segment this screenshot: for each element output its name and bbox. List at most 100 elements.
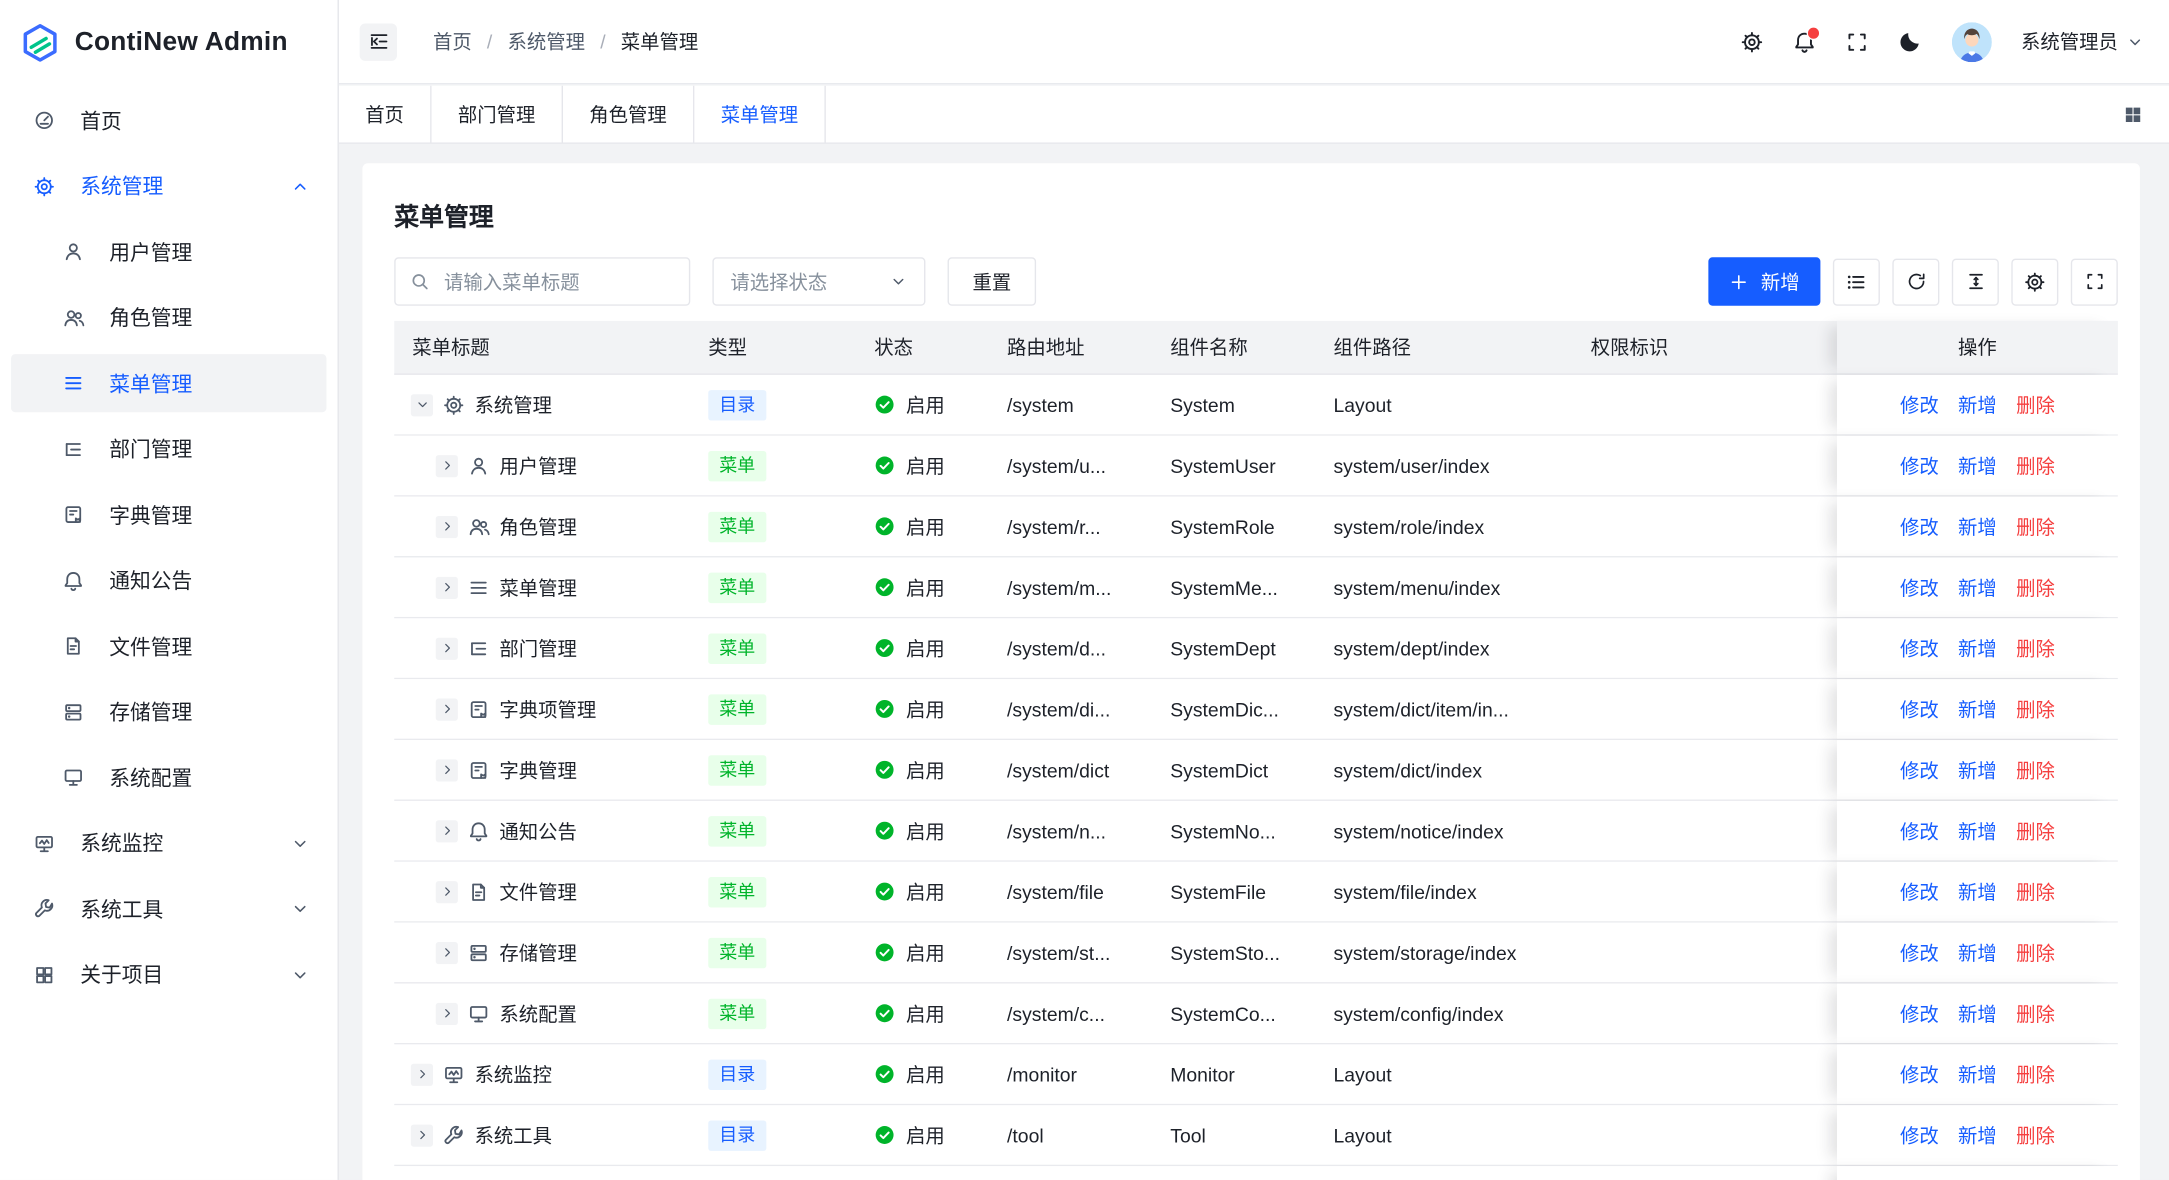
tree-expand-list-icon[interactable] [1833,258,1880,305]
sidebar-collapse-button[interactable] [360,23,397,60]
op-delete-link[interactable]: 删除 [2016,452,2055,480]
op-delete-link[interactable]: 删除 [2016,634,2055,662]
sidebar-item-role[interactable]: 角色管理 [11,288,326,346]
op-delete-link[interactable]: 删除 [2016,1060,2055,1088]
sidebar-item-system[interactable]: 系统管理 [11,157,326,215]
storage-icon [468,941,490,963]
sidebar-item-user[interactable]: 用户管理 [11,223,326,281]
row-expander-expand-button[interactable] [436,515,458,537]
row-expander-collapse-button[interactable] [411,394,433,416]
op-edit-link[interactable]: 修改 [1900,513,1939,541]
op-add-link[interactable]: 新增 [1958,1060,1997,1088]
file-icon [468,880,490,902]
row-expander-expand-button[interactable] [411,1063,433,1085]
op-add-link[interactable]: 新增 [1958,634,1997,662]
tab-menu[interactable]: 菜单管理 [694,86,825,143]
op-delete-link[interactable]: 删除 [2016,756,2055,784]
op-delete-link[interactable]: 删除 [2016,999,2055,1027]
op-edit-link[interactable]: 修改 [1900,1060,1939,1088]
op-delete-link[interactable]: 删除 [2016,1121,2055,1149]
op-add-link[interactable]: 新增 [1958,939,1997,967]
op-delete-link[interactable]: 删除 [2016,817,2055,845]
sidebar-item-dict[interactable]: 字典管理 [11,486,326,544]
tab-home[interactable]: 首页 [339,86,432,143]
row-expander-expand-button[interactable] [436,454,458,476]
sidebar-item-notice[interactable]: 通知公告 [11,551,326,609]
sidebar-item-menu[interactable]: 菜单管理 [11,354,326,412]
user-icon [62,241,84,263]
op-add-link[interactable]: 新增 [1958,513,1997,541]
op-add-link[interactable]: 新增 [1958,999,1997,1027]
row-expander-expand-button[interactable] [436,759,458,781]
table-fullscreen-icon[interactable] [2071,258,2118,305]
row-expander-expand-button[interactable] [436,1002,458,1024]
op-add-link[interactable]: 新增 [1958,452,1997,480]
op-add-link[interactable]: 新增 [1958,1121,1997,1149]
status-text: 启用 [906,573,945,601]
sidebar-item-dept[interactable]: 部门管理 [11,420,326,478]
op-edit-link[interactable]: 修改 [1900,1121,1939,1149]
reset-button[interactable]: 重置 [948,257,1037,305]
op-edit-link[interactable]: 修改 [1900,756,1939,784]
row-expander-expand-button[interactable] [436,880,458,902]
row-expander-expand-button[interactable] [436,820,458,842]
column-settings-gear-icon[interactable] [2011,258,2058,305]
op-edit-link[interactable]: 修改 [1900,695,1939,723]
add-button[interactable]: 新增 [1708,257,1820,305]
breadcrumb-item[interactable]: 系统管理 [508,28,585,56]
tab-dept[interactable]: 部门管理 [432,86,563,143]
op-delete-link[interactable]: 删除 [2016,695,2055,723]
app-logo[interactable]: ContiNew Admin [0,0,338,84]
sidebar-item-file[interactable]: 文件管理 [11,617,326,675]
tab-list-grid-icon[interactable] [2115,96,2151,132]
avatar[interactable] [1952,21,1992,61]
op-add-link[interactable]: 新增 [1958,878,1997,906]
op-edit-link[interactable]: 修改 [1900,939,1939,967]
tab-role[interactable]: 角色管理 [563,86,694,143]
op-add-link[interactable]: 新增 [1958,391,1997,419]
sidebar-item-home[interactable]: 首页 [11,91,326,149]
sidebar-item-about[interactable]: 关于项目 [11,945,326,1003]
op-delete-link[interactable]: 删除 [2016,939,2055,967]
breadcrumb-item[interactable]: 首页 [433,28,472,56]
search-input[interactable] [441,269,675,294]
op-delete-link[interactable]: 删除 [2016,878,2055,906]
op-edit-link[interactable]: 修改 [1900,999,1939,1027]
row-expander-expand-button[interactable] [436,941,458,963]
op-add-link[interactable]: 新增 [1958,695,1997,723]
monitor-icon [468,1002,490,1024]
sidebar-item-label: 用户管理 [109,237,192,266]
check-circle-icon [874,699,895,720]
dark-mode-moon-icon[interactable] [1898,29,1923,54]
op-edit-link[interactable]: 修改 [1900,452,1939,480]
row-expander-expand-button[interactable] [436,698,458,720]
op-edit-link[interactable]: 修改 [1900,573,1939,601]
settings-icon[interactable] [1740,30,1764,54]
row-height-icon[interactable] [1952,258,1999,305]
sidebar-item-monitor[interactable]: 系统监控 [11,814,326,872]
op-delete-link[interactable]: 删除 [2016,573,2055,601]
sidebar-item-tool[interactable]: 系统工具 [11,880,326,938]
row-expander-expand-button[interactable] [436,637,458,659]
row-expander-expand-button[interactable] [411,1124,433,1146]
op-delete-link[interactable]: 删除 [2016,391,2055,419]
status-select[interactable]: 请选择状态 [712,257,925,305]
op-add-link[interactable]: 新增 [1958,817,1997,845]
check-circle-icon [874,394,895,415]
user-menu[interactable]: 系统管理员 [2021,28,2144,56]
menu-icon [468,576,490,598]
op-edit-link[interactable]: 修改 [1900,878,1939,906]
op-edit-link[interactable]: 修改 [1900,634,1939,662]
refresh-icon[interactable] [1892,258,1939,305]
row-expander-expand-button[interactable] [436,576,458,598]
op-delete-link[interactable]: 删除 [2016,513,2055,541]
op-add-link[interactable]: 新增 [1958,756,1997,784]
tab-label: 首页 [365,100,404,128]
sidebar-item-storage[interactable]: 存储管理 [11,683,326,741]
notifications-bell-icon[interactable] [1793,30,1817,54]
op-edit-link[interactable]: 修改 [1900,391,1939,419]
op-add-link[interactable]: 新增 [1958,573,1997,601]
sidebar-item-config[interactable]: 系统配置 [11,748,326,806]
op-edit-link[interactable]: 修改 [1900,817,1939,845]
fullscreen-icon[interactable] [1845,30,1869,54]
